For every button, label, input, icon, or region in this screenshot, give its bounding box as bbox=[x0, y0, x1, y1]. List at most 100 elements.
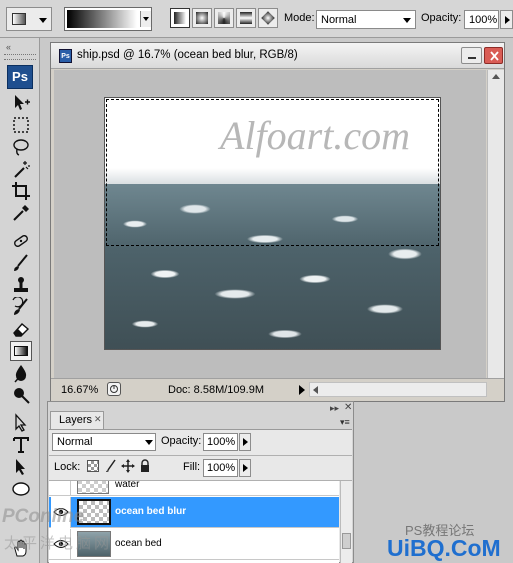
diamond-gradient-button[interactable] bbox=[258, 8, 278, 28]
tools-panel: « Ps bbox=[0, 38, 40, 563]
close-icon bbox=[490, 51, 499, 61]
layer-name: ocean bed bbox=[115, 538, 162, 549]
crop-tool-icon[interactable] bbox=[11, 181, 31, 201]
close-button[interactable] bbox=[484, 47, 503, 64]
panel-menu-icon[interactable]: ▾≡ bbox=[340, 417, 350, 428]
minimize-button[interactable] bbox=[461, 47, 482, 64]
layer-opacity-field[interactable]: 100% bbox=[203, 433, 238, 451]
ellipse-shape-tool-icon[interactable] bbox=[11, 479, 31, 499]
opacity-slider-button[interactable] bbox=[500, 10, 513, 29]
layer-name: water bbox=[115, 481, 140, 490]
triangle-right-icon bbox=[243, 438, 248, 446]
clone-stamp-tool-icon[interactable] bbox=[11, 275, 31, 295]
blend-mode-select[interactable]: Normal bbox=[52, 433, 156, 451]
document-title: ship.psd @ 16.7% (ocean bed blur, RGB/8) bbox=[77, 49, 298, 61]
layer-opacity-label: Opacity: bbox=[161, 435, 202, 447]
healing-brush-tool-icon[interactable] bbox=[11, 231, 31, 251]
ps-logo[interactable]: Ps bbox=[7, 65, 33, 89]
linear-gradient-button[interactable] bbox=[170, 8, 190, 28]
horizontal-scrollbar[interactable] bbox=[309, 382, 487, 397]
pconline-watermark-subtext: 太平洋电脑网 bbox=[4, 535, 113, 552]
opacity-field[interactable]: 100% bbox=[464, 10, 499, 29]
layer-opacity-value: 100% bbox=[207, 436, 236, 448]
ps-document-icon: Ps bbox=[59, 49, 72, 63]
panel-grip[interactable] bbox=[4, 54, 36, 60]
separator bbox=[49, 455, 352, 456]
dodge-tool-icon[interactable] bbox=[11, 385, 31, 405]
blur-tool-icon[interactable] bbox=[11, 363, 31, 383]
fill-value: 100% bbox=[207, 462, 236, 474]
pconline-watermark-text: PConline bbox=[2, 506, 85, 527]
scroll-left-arrow-icon[interactable] bbox=[313, 386, 318, 394]
lock-transparent-pixels-icon[interactable] bbox=[87, 460, 99, 472]
brush-tool-icon[interactable] bbox=[11, 253, 31, 273]
tool-preset-picker[interactable] bbox=[6, 7, 52, 31]
layer-row-water[interactable]: water bbox=[49, 481, 339, 496]
tab-close-icon[interactable]: ✕ bbox=[94, 414, 102, 425]
layer-name: ocean bed blur bbox=[115, 506, 187, 517]
status-bar-arrow-button[interactable] bbox=[299, 385, 305, 395]
eyedropper-tool-icon[interactable] bbox=[11, 203, 31, 223]
pconline-watermark: PConline 太平洋电脑网 bbox=[0, 506, 120, 563]
triangle-right-icon bbox=[243, 464, 248, 472]
mode-label: Mode: bbox=[284, 12, 315, 24]
lock-all-icon[interactable] bbox=[139, 459, 151, 473]
radial-gradient-button[interactable] bbox=[192, 8, 212, 28]
layer-list-scrollbar[interactable] bbox=[340, 481, 352, 563]
scroll-up-arrow-icon[interactable] bbox=[492, 74, 500, 79]
move-tool-icon[interactable] bbox=[11, 93, 31, 113]
reflected-gradient-button[interactable] bbox=[236, 8, 256, 28]
collapse-arrows-icon[interactable]: « bbox=[6, 42, 11, 52]
gradient-picker[interactable] bbox=[64, 7, 152, 31]
panel-close-icon[interactable]: ✕ bbox=[344, 402, 352, 413]
gradient-tool-icon[interactable] bbox=[10, 341, 32, 361]
lock-label: Lock: bbox=[54, 461, 81, 473]
chevron-down-icon bbox=[145, 440, 153, 445]
triangle-right-icon bbox=[505, 16, 510, 24]
layer-opacity-slider-button[interactable] bbox=[239, 433, 251, 451]
visibility-toggle[interactable] bbox=[51, 481, 71, 496]
blend-mode-value: Normal bbox=[57, 436, 93, 448]
gradient-swatch bbox=[67, 10, 137, 28]
opacity-label: Opacity: bbox=[421, 12, 462, 24]
opacity-value: 100% bbox=[469, 14, 498, 26]
status-bar-menu-icon[interactable] bbox=[107, 382, 121, 396]
layer-thumbnail bbox=[77, 481, 109, 494]
uibq-watermark: PS教程论坛 UiBQ.CoM bbox=[385, 520, 513, 563]
lock-image-pixels-icon[interactable] bbox=[105, 459, 117, 473]
zoom-level[interactable]: 16.67% bbox=[61, 384, 98, 396]
uibq-watermark-main: UiBQ.CoM bbox=[387, 535, 501, 561]
document-size-info: Doc: 8.58M/109.9M bbox=[168, 384, 264, 396]
chevron-down-icon bbox=[403, 18, 411, 23]
tab-layers-label: Layers bbox=[59, 414, 93, 426]
chevron-down-icon bbox=[39, 18, 47, 23]
gradient-tool-preset-icon bbox=[12, 13, 26, 25]
fill-slider-button[interactable] bbox=[239, 459, 251, 477]
canvas-area[interactable]: Alfoart.com bbox=[54, 70, 486, 383]
options-bar: Mode: Normal Opacity: 100% bbox=[0, 0, 513, 38]
fill-field[interactable]: 100% bbox=[203, 459, 238, 477]
document-window: Ps ship.psd @ 16.7% (ocean bed blur, RGB… bbox=[50, 42, 505, 402]
type-tool-icon[interactable] bbox=[11, 435, 31, 455]
marquee-tool-icon[interactable] bbox=[11, 115, 31, 135]
history-brush-tool-icon[interactable] bbox=[11, 296, 31, 317]
path-selection-tool-icon[interactable] bbox=[11, 413, 31, 433]
mode-select[interactable]: Normal bbox=[316, 10, 416, 29]
angle-gradient-button[interactable] bbox=[214, 8, 234, 28]
chevron-down-icon bbox=[140, 11, 151, 27]
panel-collapse-icon[interactable]: ▸▸ bbox=[330, 403, 339, 414]
eraser-tool-icon[interactable] bbox=[11, 319, 31, 339]
document-titlebar[interactable]: Ps ship.psd @ 16.7% (ocean bed blur, RGB… bbox=[51, 43, 504, 69]
status-bar: 16.67% Doc: 8.58M/109.9M bbox=[51, 378, 504, 401]
magic-wand-tool-icon[interactable] bbox=[11, 159, 31, 179]
direct-selection-tool-icon[interactable] bbox=[11, 457, 31, 477]
lasso-tool-icon[interactable] bbox=[11, 137, 31, 157]
vertical-scrollbar[interactable] bbox=[487, 70, 504, 383]
tab-layers[interactable]: Layers ✕ bbox=[50, 411, 104, 429]
fill-label: Fill: bbox=[183, 461, 201, 473]
document-canvas[interactable]: Alfoart.com bbox=[104, 97, 441, 350]
minimize-icon bbox=[468, 57, 476, 59]
mode-value: Normal bbox=[321, 14, 357, 26]
scroll-thumb[interactable] bbox=[342, 533, 351, 549]
lock-position-icon[interactable] bbox=[121, 459, 135, 473]
